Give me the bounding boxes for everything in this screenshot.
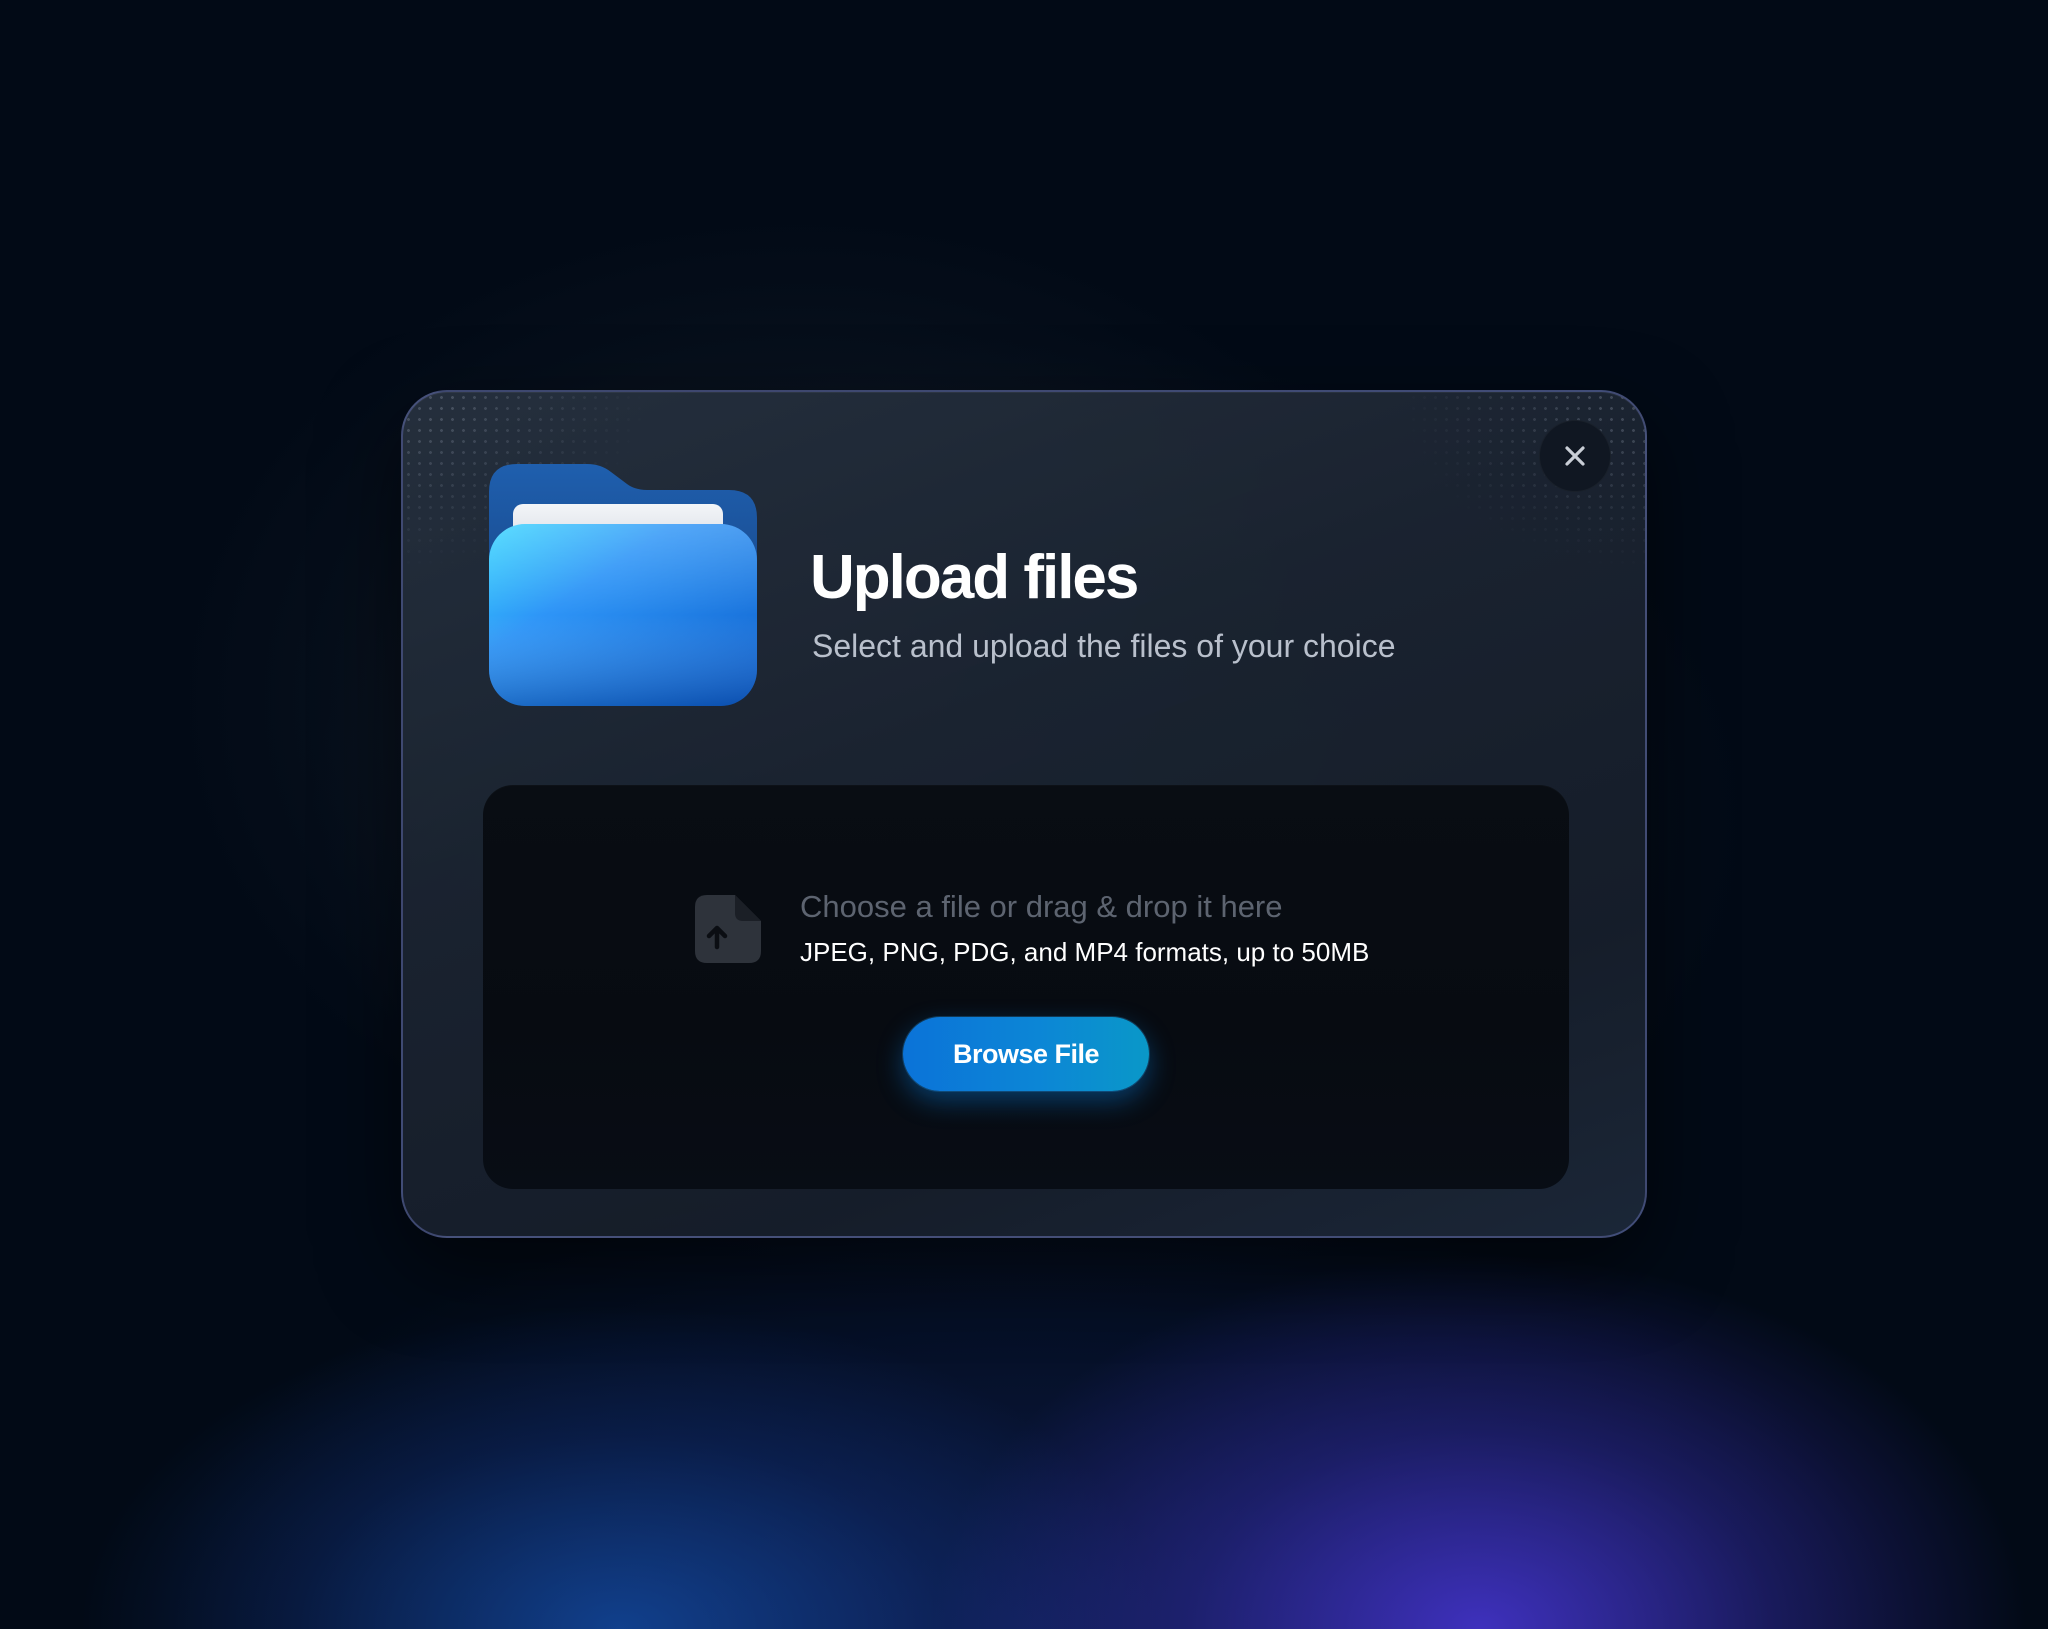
dialog-header: Upload files Select and upload the files…: [810, 542, 1510, 666]
close-icon: [1563, 444, 1587, 468]
close-button[interactable]: [1539, 420, 1611, 492]
browse-file-label: Browse File: [952, 1038, 1100, 1069]
folder-icon: [489, 462, 757, 706]
file-dropzone[interactable]: Choose a file or drag & drop it here JPE…: [483, 785, 1569, 1189]
file-upload-icon: [693, 893, 763, 965]
dropzone-format-hint: JPEG, PNG, PDG, and MP4 formats, up to 5…: [800, 937, 1370, 967]
dropzone-title: Choose a file or drag & drop it here: [800, 889, 1283, 924]
dialog-title: Upload files: [810, 543, 1139, 612]
upload-dialog: Upload files Select and upload the files…: [401, 390, 1647, 1238]
dialog-subtitle: Select and upload the files of your choi…: [812, 628, 1396, 664]
browse-file-button[interactable]: Browse File: [903, 1017, 1149, 1091]
